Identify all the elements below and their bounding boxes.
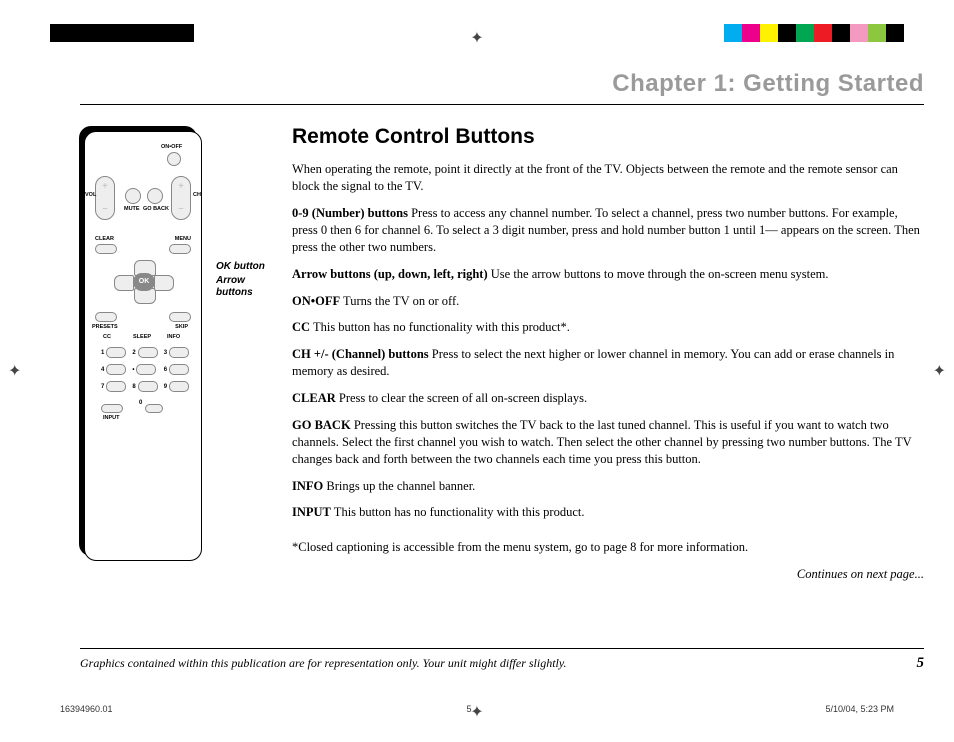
page-number: 5 bbox=[917, 655, 925, 672]
intro-paragraph: When operating the remote, point it dire… bbox=[292, 161, 924, 195]
entry-lead-7: INFO bbox=[292, 479, 323, 493]
label-goback: GO BACK bbox=[143, 206, 169, 212]
timestamp: 5/10/04, 5:23 PM bbox=[825, 704, 894, 714]
menu-button bbox=[169, 244, 191, 254]
chapter-title: Chapter 1: Getting Started bbox=[80, 70, 924, 105]
color-bar-right bbox=[724, 24, 904, 42]
entry-lead-4: CH +/- (Channel) buttons bbox=[292, 347, 429, 361]
disclaimer: Graphics contained within this publicati… bbox=[80, 656, 567, 671]
entry-body-2: Turns the TV on or off. bbox=[340, 294, 459, 308]
onoff-button bbox=[167, 152, 181, 166]
remote-body: ON•OFF +− VOL +− CH MUTE GO BACK C bbox=[84, 131, 202, 561]
entry-lead-2: ON•OFF bbox=[292, 294, 340, 308]
label-menu: MENU bbox=[175, 236, 191, 242]
ch-rocker: +− bbox=[171, 176, 191, 220]
entry-lead-1: Arrow buttons (up, down, left, right) bbox=[292, 267, 488, 281]
vol-rocker: +− bbox=[95, 176, 115, 220]
label-mute: MUTE bbox=[124, 206, 140, 212]
presets-button bbox=[95, 312, 117, 322]
entry-lead-5: CLEAR bbox=[292, 391, 336, 405]
label-onoff: ON•OFF bbox=[161, 144, 182, 150]
entry-lead-3: CC bbox=[292, 320, 310, 334]
label-ch: CH bbox=[193, 192, 201, 198]
callout-ok: OK button bbox=[216, 261, 271, 273]
color-bar-left bbox=[50, 24, 194, 42]
sheet-number: 5 bbox=[467, 704, 472, 714]
section-title: Remote Control Buttons bbox=[292, 123, 924, 151]
ok-button: OK bbox=[133, 273, 155, 291]
label-sleep: SLEEP bbox=[133, 334, 151, 340]
page-content: Chapter 1: Getting Started ON•OFF +− VOL… bbox=[80, 70, 924, 682]
registration-mark-icon: ✦ bbox=[8, 361, 21, 381]
label-skip: SKIP bbox=[175, 324, 188, 330]
clear-button bbox=[95, 244, 117, 254]
goback-button bbox=[147, 188, 163, 204]
arrow-right-button bbox=[154, 275, 174, 291]
label-input: INPUT bbox=[103, 415, 120, 421]
entry-body-6: Pressing this button switches the TV bac… bbox=[292, 418, 911, 466]
entry-lead-8: INPUT bbox=[292, 505, 331, 519]
entry-body-3: This button has no functionality with th… bbox=[310, 320, 570, 334]
zero-button bbox=[145, 404, 163, 413]
label-cc: CC bbox=[103, 334, 111, 340]
remote-illustration: ON•OFF +− VOL +− CH MUTE GO BACK C bbox=[84, 131, 202, 561]
entry-body-8: This button has no functionality with th… bbox=[331, 505, 585, 519]
print-info: 16394960.01 5 5/10/04, 5:23 PM bbox=[60, 704, 894, 714]
callout-arrows: Arrow buttons bbox=[216, 275, 271, 299]
label-presets: PRESETS bbox=[92, 324, 118, 330]
registration-mark-icon: ✦ bbox=[933, 361, 946, 381]
input-button bbox=[101, 404, 123, 413]
doc-id: 16394960.01 bbox=[60, 704, 113, 714]
mute-button bbox=[125, 188, 141, 204]
continues-text: Continues on next page... bbox=[292, 566, 924, 583]
label-vol: VOL bbox=[85, 192, 96, 198]
skip-button bbox=[169, 312, 191, 322]
entry-body-5: Press to clear the screen of all on-scre… bbox=[336, 391, 587, 405]
dpad: OK bbox=[114, 260, 174, 304]
entry-body-1: Use the arrow buttons to move through th… bbox=[488, 267, 829, 281]
body-text: Remote Control Buttons When operating th… bbox=[292, 123, 924, 583]
number-pad: 1 2 3 4 • 6 7 8 9 bbox=[101, 347, 187, 392]
label-clear: CLEAR bbox=[95, 236, 114, 242]
callouts: OK button Arrow buttons bbox=[216, 261, 271, 301]
arrow-left-button bbox=[114, 275, 134, 291]
registration-mark-icon: ✦ bbox=[470, 28, 483, 48]
label-info: INFO bbox=[167, 334, 180, 340]
entry-body-7: Brings up the channel banner. bbox=[323, 479, 475, 493]
footer-bar: Graphics contained within this publicati… bbox=[80, 648, 924, 672]
entry-lead-0: 0-9 (Number) buttons bbox=[292, 206, 408, 220]
footnote: *Closed captioning is accessible from th… bbox=[292, 539, 924, 556]
entry-lead-6: GO BACK bbox=[292, 418, 351, 432]
